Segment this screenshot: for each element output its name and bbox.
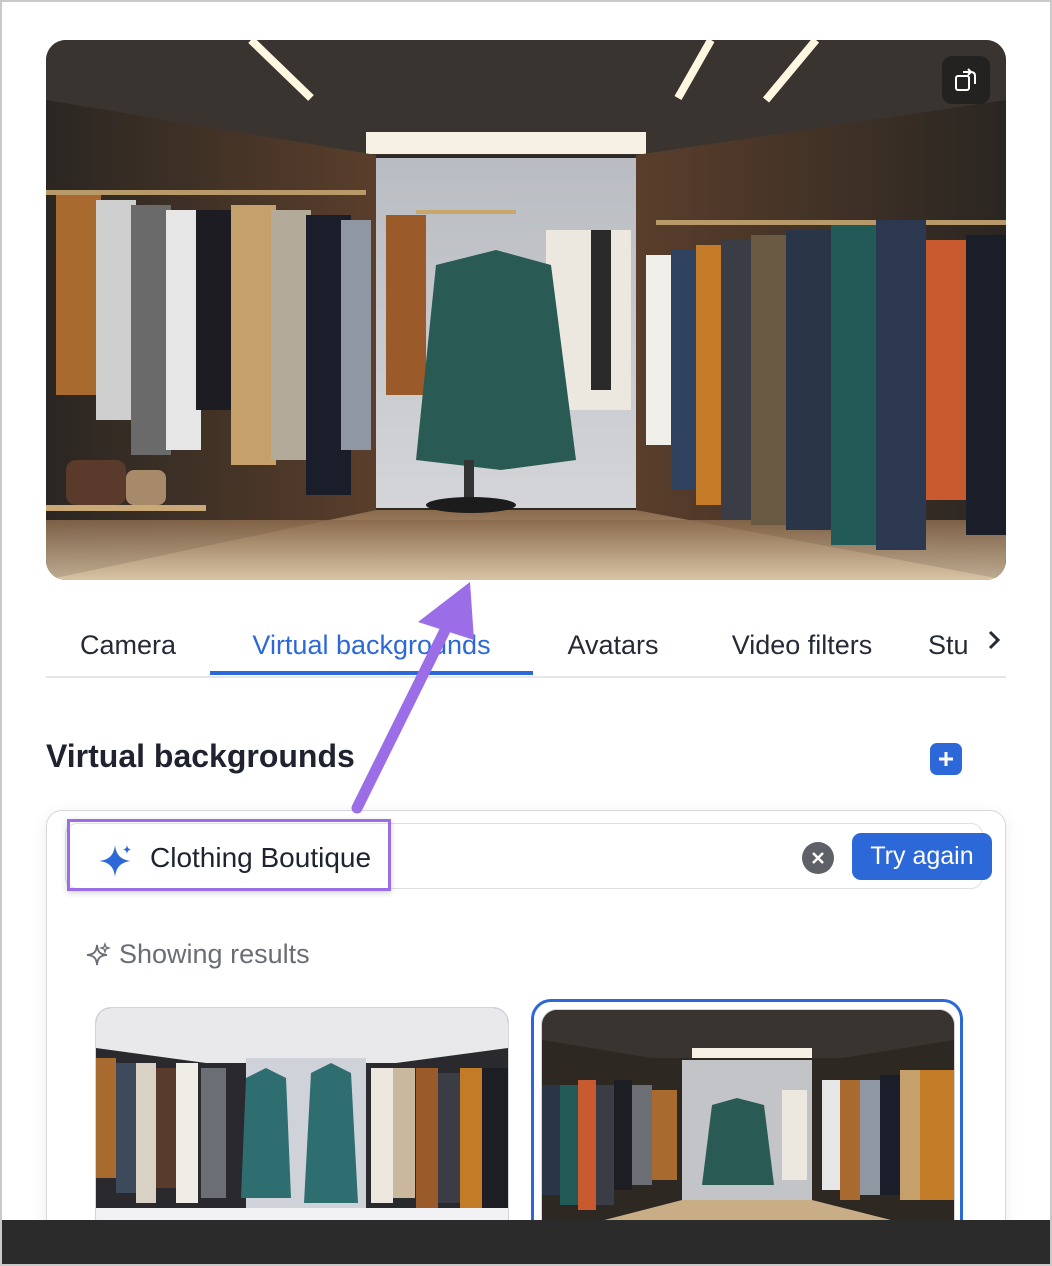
sparkle-outline-icon (86, 941, 111, 965)
tab-studio[interactable]: Stu (928, 614, 984, 676)
close-circle-icon (812, 852, 824, 864)
boutique-preview-image (46, 40, 1006, 580)
boutique-thumbnail-image (96, 1008, 508, 1234)
chevron-right-icon (988, 630, 1001, 650)
results-label: Showing results (119, 939, 310, 969)
prompt-annotation-box (67, 819, 391, 891)
add-background-button[interactable] (930, 743, 962, 775)
tab-virtual-backgrounds[interactable]: Virtual backgrounds (210, 614, 533, 676)
tab-bar: Camera Virtual backgrounds Avatars Video… (46, 614, 1006, 678)
bottom-bar (2, 1220, 1050, 1264)
result-thumbnail-1[interactable] (95, 1007, 509, 1235)
tab-camera[interactable]: Camera (46, 614, 210, 676)
rotate-icon (955, 68, 976, 91)
results-heading: Showing results (85, 939, 310, 970)
boutique-thumbnail-image (542, 1010, 954, 1236)
clear-prompt-button[interactable] (802, 842, 834, 874)
active-tab-indicator (210, 671, 533, 675)
window-frame: Camera Virtual backgrounds Avatars Video… (0, 0, 1052, 1266)
rotate-button[interactable] (942, 56, 990, 104)
ai-background-panel: Clothing Boutique Try again Showing resu… (46, 810, 1006, 1264)
try-again-button[interactable]: Try again (852, 833, 992, 880)
settings-sheet: Camera Virtual backgrounds Avatars Video… (2, 2, 1050, 1264)
tabs-scroll-right[interactable] (986, 628, 1002, 659)
section-title: Virtual backgrounds (46, 738, 355, 774)
background-preview (46, 40, 1006, 580)
plus-icon (939, 752, 953, 766)
result-thumbnail-2[interactable] (541, 1009, 955, 1237)
tab-avatars[interactable]: Avatars (533, 614, 693, 676)
tab-video-filters[interactable]: Video filters (706, 614, 898, 676)
